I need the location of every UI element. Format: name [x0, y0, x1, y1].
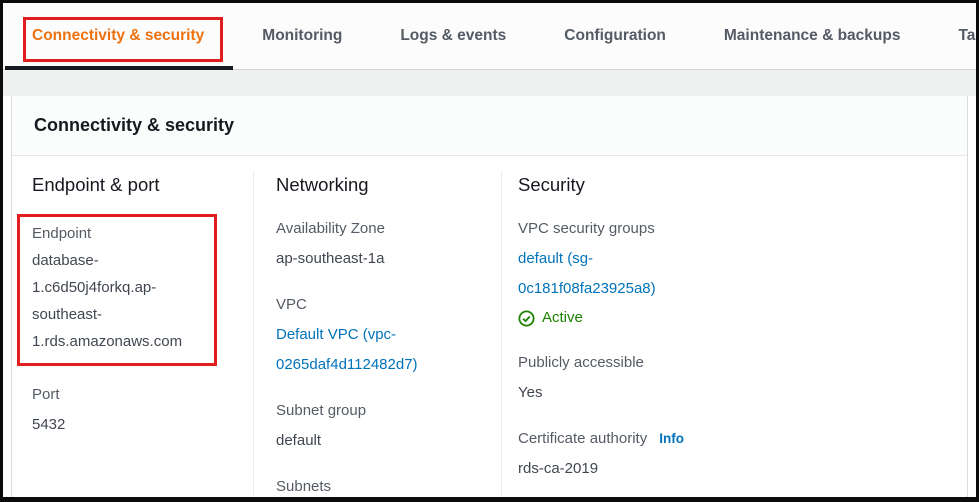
endpoint-value: database-1.c6d50j4forkq.ap-southeast-1.r… [32, 247, 206, 355]
tab-configuration[interactable]: Configuration [535, 3, 695, 69]
status-row: Active [518, 304, 943, 332]
field-label: Availability Zone [276, 214, 477, 244]
section-heading: Security [518, 174, 943, 196]
tab-label: Tags [958, 27, 979, 45]
connectivity-security-card: Connectivity & security Endpoint & port … [11, 96, 968, 502]
publicly-accessible-value: Yes [518, 378, 943, 408]
card-title: Connectivity & security [34, 115, 945, 136]
field-label: Subnets [276, 472, 477, 502]
field-label: Subnet group [276, 396, 477, 426]
card-content: Endpoint & port Endpoint database-1.c6d5… [12, 156, 967, 502]
tab-label: Monitoring [262, 27, 342, 45]
field-label: Publicly accessible [518, 348, 943, 378]
check-circle-icon [518, 310, 535, 327]
field-label: Certificate authority [518, 424, 647, 454]
vpc-field: VPC Default VPC (vpc-0265daf4d112482d7) [276, 290, 477, 380]
port-field: Port 5432 [32, 380, 229, 440]
tab-logs-events[interactable]: Logs & events [371, 3, 535, 69]
tab-label: Connectivity & security [32, 27, 204, 45]
subnets-field: Subnets [276, 472, 477, 502]
vpc-link[interactable]: Default VPC (vpc-0265daf4d112482d7) [276, 326, 418, 373]
endpoint-field annotation-box-endpoint: Endpoint database-1.c6d50j4forkq.ap-sout… [17, 214, 217, 366]
field-label: Endpoint [32, 220, 206, 247]
tab-connectivity-security[interactable]: Connectivity & security [3, 3, 233, 69]
subnet-group-field: Subnet group default [276, 396, 477, 456]
status-badge: Active [542, 304, 583, 332]
publicly-accessible-field: Publicly accessible Yes [518, 348, 943, 408]
tab-maintenance-backups[interactable]: Maintenance & backups [695, 3, 930, 69]
certificate-authority-field: Certificate authority Info rds-ca-2019 [518, 424, 943, 484]
info-link[interactable]: Info [659, 424, 684, 454]
column-networking: Networking Availability Zone ap-southeas… [254, 172, 502, 502]
tab-label: Logs & events [400, 27, 506, 45]
column-security: Security VPC security groups default (sg… [502, 172, 967, 502]
availability-zone-value: ap-southeast-1a [276, 244, 477, 274]
subnet-group-value: default [276, 426, 477, 456]
field-label: VPC [276, 290, 477, 320]
certificate-authority-value: rds-ca-2019 [518, 454, 943, 484]
field-label: Port [32, 380, 229, 410]
tab-monitoring[interactable]: Monitoring [233, 3, 371, 69]
card-header: Connectivity & security [12, 96, 967, 156]
tab-label: Maintenance & backups [724, 27, 901, 45]
section-heading: Networking [276, 174, 477, 196]
availability-zone-field: Availability Zone ap-southeast-1a [276, 214, 477, 274]
page-background-strip [3, 70, 976, 96]
tab-label: Configuration [564, 27, 666, 45]
port-value: 5432 [32, 410, 229, 440]
vpc-security-groups-field: VPC security groups default (sg-0c181f08… [518, 214, 943, 332]
tab-bar: Connectivity & security Monitoring Logs … [3, 3, 976, 70]
security-group-link[interactable]: default (sg-0c181f08fa23925a8) [518, 244, 683, 304]
section-heading: Endpoint & port [32, 174, 229, 196]
active-tab-underline [5, 66, 233, 70]
tab-tags[interactable]: Tags [929, 3, 979, 69]
field-label: VPC security groups [518, 214, 943, 244]
rds-details-panel: Connectivity & security Monitoring Logs … [0, 0, 979, 502]
column-endpoint-port: Endpoint & port Endpoint database-1.c6d5… [12, 172, 254, 502]
